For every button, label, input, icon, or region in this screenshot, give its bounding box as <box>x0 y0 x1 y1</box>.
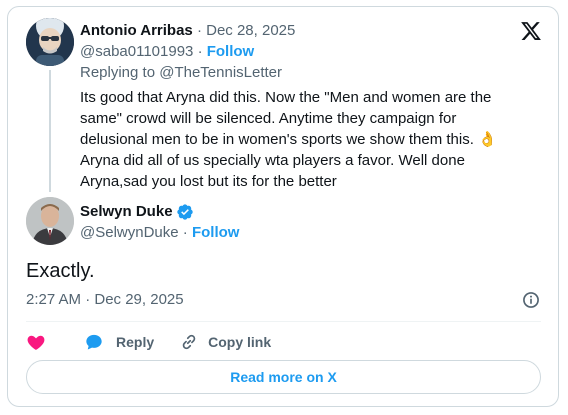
reply-button[interactable]: Reply <box>84 332 154 352</box>
reply-date[interactable]: Dec 28, 2025 <box>206 22 295 39</box>
avatar[interactable] <box>26 197 74 245</box>
heart-icon <box>27 335 45 350</box>
main-tweet-text: Exactly. <box>26 260 95 282</box>
reply-bubble-icon <box>86 334 102 350</box>
reply-label: Reply <box>116 334 155 350</box>
follow-button[interactable]: Follow <box>192 224 240 241</box>
separator-dot: · <box>196 22 207 39</box>
thread-connector-line <box>49 70 51 192</box>
info-icon[interactable] <box>521 290 541 310</box>
separator-dot: · <box>197 43 207 60</box>
verified-badge-icon <box>176 204 193 220</box>
replying-to-label: Replying to @TheTennisLetter <box>80 64 283 81</box>
copy-link-label: Copy link <box>208 334 272 350</box>
action-bar: Reply Copy link <box>26 330 271 354</box>
like-button[interactable] <box>26 332 46 352</box>
avatar[interactable] <box>26 18 74 66</box>
reply-author-handle[interactable]: @saba01101993 <box>80 43 193 60</box>
link-icon <box>182 334 196 350</box>
tweet-timestamp[interactable]: 2:27 AM · Dec 29, 2025 <box>26 290 184 310</box>
divider <box>26 321 541 322</box>
copy-link-button[interactable]: Copy link <box>179 332 271 352</box>
reply-tweet-text: Its good that Aryna did this. Now the "M… <box>80 89 497 190</box>
x-logo-icon[interactable] <box>520 20 542 42</box>
separator-dot: · <box>182 224 192 241</box>
main-author-name[interactable]: Selwyn Duke <box>80 202 173 222</box>
reply-author-name[interactable]: Antonio Arribas <box>80 22 193 39</box>
follow-button[interactable]: Follow <box>207 43 255 60</box>
read-more-button[interactable]: Read more on X <box>26 360 541 394</box>
main-author-handle[interactable]: @SelwynDuke <box>80 224 179 241</box>
